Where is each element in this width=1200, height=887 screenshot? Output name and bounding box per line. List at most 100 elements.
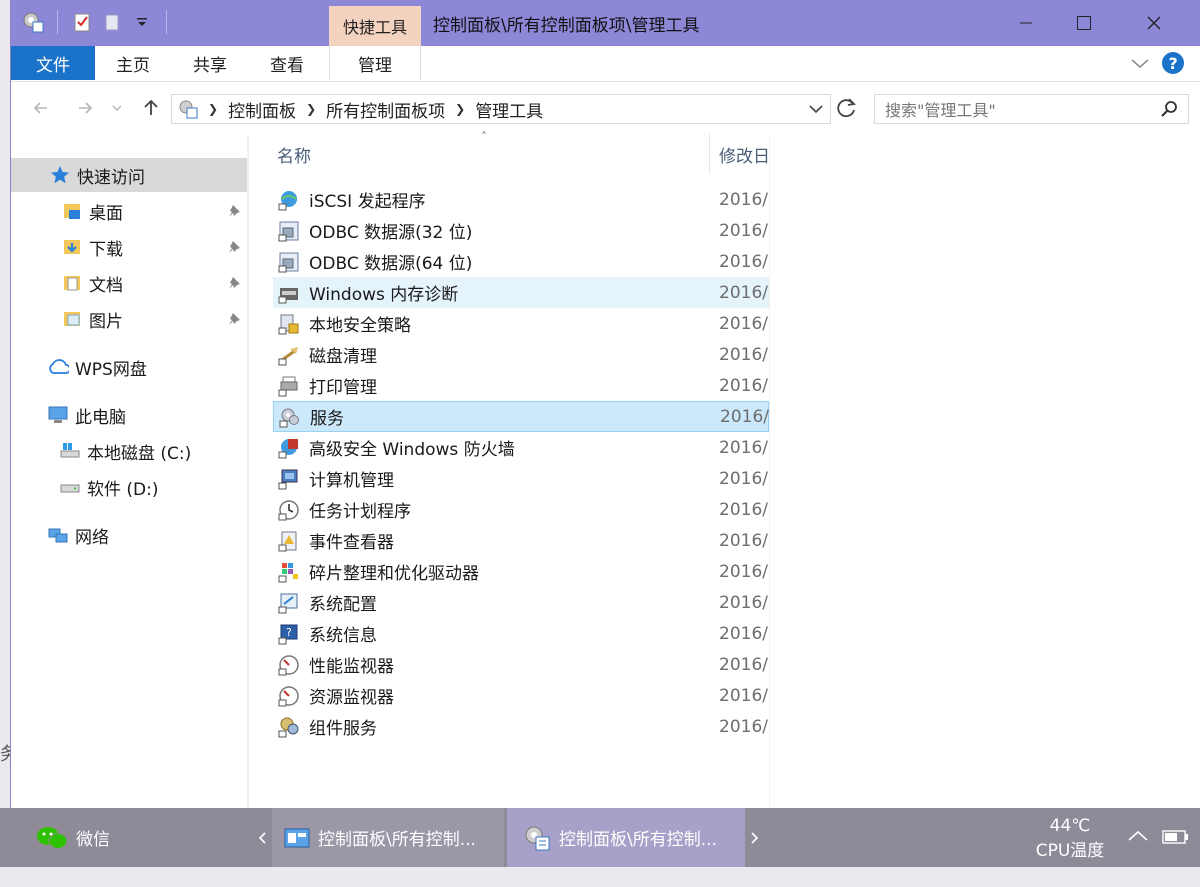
column-separator[interactable]: [709, 134, 710, 174]
file-date: 2016/: [719, 437, 768, 458]
taskbar-wechat[interactable]: 微信: [34, 808, 134, 867]
file-name: 事件查看器: [309, 533, 394, 553]
file-date: 2016/: [719, 654, 768, 675]
breadcrumb-control-panel[interactable]: 控制面板: [228, 97, 296, 122]
desktop-folder-icon: [61, 200, 83, 222]
file-row[interactable]: ODBC 数据源(32 位) 2016/: [273, 215, 769, 246]
ribbon-tabs: 文件 主页 共享 查看 管理 ?: [11, 46, 1200, 82]
file-row[interactable]: ODBC 数据源(64 位) 2016/: [273, 246, 769, 277]
breadcrumb-separator[interactable]: ❯: [455, 102, 465, 116]
nav-item-downloads[interactable]: 下载: [11, 230, 247, 264]
odbc-icon: [277, 250, 301, 274]
windows-drive-icon: [59, 440, 81, 462]
breadcrumb-separator[interactable]: ❯: [208, 102, 218, 116]
taskbar-item-control-panel-1[interactable]: 控制面板\所有控制...: [272, 808, 504, 867]
tab-share[interactable]: 共享: [178, 46, 242, 80]
file-name: 打印管理: [309, 378, 377, 398]
nav-label: 网络: [75, 527, 109, 548]
maximize-button[interactable]: [1049, 0, 1119, 46]
address-bar[interactable]: ❯ 控制面板 ❯ 所有控制面板项 ❯ 管理工具: [171, 94, 831, 124]
file-name: 任务计划程序: [309, 502, 411, 522]
file-row[interactable]: 计算机管理 2016/: [273, 463, 769, 494]
pin-icon[interactable]: [227, 239, 243, 260]
back-button[interactable]: [29, 96, 53, 120]
file-row[interactable]: 本地安全策略 2016/: [273, 308, 769, 339]
nav-wps-drive[interactable]: WPS网盘: [11, 350, 247, 384]
close-icon: [1147, 16, 1161, 30]
nav-drive-d[interactable]: 软件 (D:): [11, 470, 247, 504]
file-row[interactable]: 碎片整理和优化驱动器 2016/: [273, 556, 769, 587]
nav-network[interactable]: 网络: [11, 518, 247, 552]
file-date: 2016/: [719, 623, 768, 644]
up-arrow-icon: [144, 99, 158, 115]
file-row[interactable]: 系统配置 2016/: [273, 587, 769, 618]
file-row-selected[interactable]: 服务 2016/: [273, 401, 769, 432]
nav-quick-access[interactable]: 快速访问: [11, 158, 247, 192]
expand-ribbon-icon[interactable]: [1129, 54, 1151, 76]
file-row[interactable]: 事件查看器 2016/: [273, 525, 769, 556]
breadcrumb-all-items[interactable]: 所有控制面板项: [326, 97, 445, 122]
column-header-name[interactable]: 名称: [277, 134, 311, 174]
nav-item-documents[interactable]: 文档: [11, 266, 247, 300]
address-dropdown-icon[interactable]: [808, 101, 824, 122]
file-row[interactable]: 磁盘清理 2016/: [273, 339, 769, 370]
tab-file[interactable]: 文件: [11, 46, 95, 80]
memory-diagnostic-icon: [277, 281, 301, 305]
taskbar-scroll-left[interactable]: [252, 808, 272, 867]
file-row[interactable]: iSCSI 发起程序 2016/: [273, 184, 769, 215]
pin-icon[interactable]: [227, 275, 243, 296]
taskbar-item-control-panel-2[interactable]: 控制面板\所有控制...: [507, 808, 745, 867]
nav-drive-c[interactable]: 本地磁盘 (C:): [11, 434, 247, 468]
breadcrumb-admin-tools[interactable]: 管理工具: [475, 97, 543, 122]
search-icon[interactable]: [1160, 100, 1178, 122]
file-row[interactable]: 任务计划程序 2016/: [273, 494, 769, 525]
file-date: 2016/: [719, 282, 768, 303]
nav-item-desktop[interactable]: 桌面: [11, 194, 247, 228]
tab-view[interactable]: 查看: [255, 46, 319, 80]
breadcrumb-separator[interactable]: ❯: [306, 102, 316, 116]
cpu-temperature-widget[interactable]: 44℃ CPU温度: [1030, 808, 1110, 867]
tab-manage[interactable]: 管理: [329, 46, 421, 80]
forward-button[interactable]: [73, 96, 97, 120]
file-row[interactable]: ? 系统信息 2016/: [273, 618, 769, 649]
file-row[interactable]: 打印管理 2016/: [273, 370, 769, 401]
chevron-right-icon: [751, 831, 759, 844]
drive-icon: [59, 476, 81, 498]
file-row[interactable]: Windows 内存诊断 2016/: [273, 277, 769, 308]
admin-tools-icon: [523, 824, 551, 852]
nav-item-pictures[interactable]: 图片: [11, 302, 247, 336]
help-icon[interactable]: ?: [1161, 51, 1185, 79]
separator: [166, 10, 167, 34]
file-name: Windows 内存诊断: [309, 285, 459, 305]
battery-icon[interactable]: [1162, 828, 1190, 887]
control-panel-icon[interactable]: [21, 10, 45, 34]
iscsi-icon: [277, 188, 301, 212]
show-hidden-icons[interactable]: [1126, 826, 1150, 885]
file-row[interactable]: 性能监视器 2016/: [273, 649, 769, 680]
recent-locations-button[interactable]: [109, 96, 125, 120]
nav-label: 文档: [89, 275, 123, 296]
nav-label: 本地磁盘 (C:): [87, 443, 192, 464]
tab-home[interactable]: 主页: [101, 46, 165, 80]
file-row[interactable]: 高级安全 Windows 防火墙 2016/: [273, 432, 769, 463]
file-row[interactable]: 资源监视器 2016/: [273, 680, 769, 711]
pin-icon[interactable]: [227, 311, 243, 332]
close-button[interactable]: [1119, 0, 1189, 46]
explorer-window: 快捷工具 控制面板\所有控制面板项\管理工具 文件 主页 共享 查看 管理 ?: [10, 0, 1200, 808]
customize-dropdown-icon[interactable]: [130, 10, 154, 34]
new-folder-icon[interactable]: [100, 10, 124, 34]
pin-icon[interactable]: [227, 203, 243, 224]
nav-this-pc[interactable]: 此电脑: [11, 398, 247, 432]
column-header-modified[interactable]: 修改日: [719, 134, 769, 174]
properties-icon[interactable]: [70, 10, 94, 34]
refresh-button[interactable]: [835, 96, 859, 124]
cloud-icon: [47, 356, 69, 378]
chevron-down-icon: [112, 105, 122, 111]
file-row[interactable]: 组件服务 2016/: [273, 711, 769, 742]
search-box[interactable]: 搜索"管理工具": [874, 94, 1189, 124]
taskbar-scroll-right[interactable]: [745, 808, 765, 867]
file-date: 2016/: [719, 313, 768, 334]
up-button[interactable]: [139, 96, 163, 120]
disk-cleanup-icon: [277, 343, 301, 367]
nav-label: WPS网盘: [75, 359, 147, 380]
